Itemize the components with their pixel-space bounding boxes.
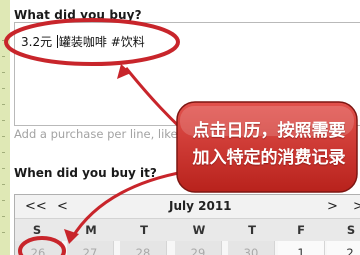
- question-what-bought: What did you buy?: [14, 8, 142, 22]
- calendar-nav-bar: << < July 2011 > >: [15, 195, 360, 219]
- question-when-bought: When did you buy it?: [14, 166, 157, 180]
- next-year-button[interactable]: >: [353, 199, 360, 214]
- calendar-day[interactable]: 26: [15, 241, 62, 255]
- entry-item: 罐装咖啡 #饮料: [58, 35, 145, 49]
- callout-text: 点击日历，按照需要 加入特定的消费记录: [180, 118, 358, 172]
- weekday-header-row: S M T W T F S: [15, 219, 360, 241]
- calendar-day[interactable]: 2: [327, 241, 360, 255]
- prev-month-button[interactable]: <: [57, 199, 68, 214]
- weekday-label: M: [85, 223, 97, 237]
- calendar-day[interactable]: 29: [175, 241, 222, 255]
- next-month-button[interactable]: >: [327, 199, 338, 214]
- screenshot: What did you buy? 3.2元 罐装咖啡 #饮料 Add a pu…: [0, 0, 360, 255]
- textarea-hint: Add a purchase per line, like: [14, 127, 178, 141]
- callout-line: 加入特定的消费记录: [192, 148, 346, 168]
- weekday-label: S: [346, 223, 356, 237]
- text-caret: [56, 35, 58, 48]
- date-calendar: << < July 2011 > > S M T W T F S 26 27 2…: [14, 194, 360, 255]
- calendar-month-title: July 2011: [169, 199, 232, 213]
- calendar-day[interactable]: 28: [120, 241, 167, 255]
- weekday-label: F: [297, 223, 305, 237]
- weekday-label: S: [32, 223, 42, 237]
- entry-price: 3.2元: [21, 35, 56, 49]
- calendar-day[interactable]: 27: [67, 241, 114, 255]
- calendar-day[interactable]: 30: [228, 241, 275, 255]
- purchase-entry: 3.2元 罐装咖啡 #饮料: [21, 33, 145, 50]
- calendar-day[interactable]: 1: [278, 241, 325, 255]
- callout-line: 点击日历，按照需要: [192, 121, 346, 141]
- weekday-label: T: [140, 223, 148, 237]
- page-background: [0, 0, 10, 255]
- background-pattern: [2, 40, 5, 240]
- prev-year-button[interactable]: <<: [25, 199, 47, 214]
- weekday-label: W: [192, 223, 206, 237]
- weekday-label: T: [248, 223, 256, 237]
- calendar-week-row: 26 27 28 29 30 1 2: [15, 241, 360, 255]
